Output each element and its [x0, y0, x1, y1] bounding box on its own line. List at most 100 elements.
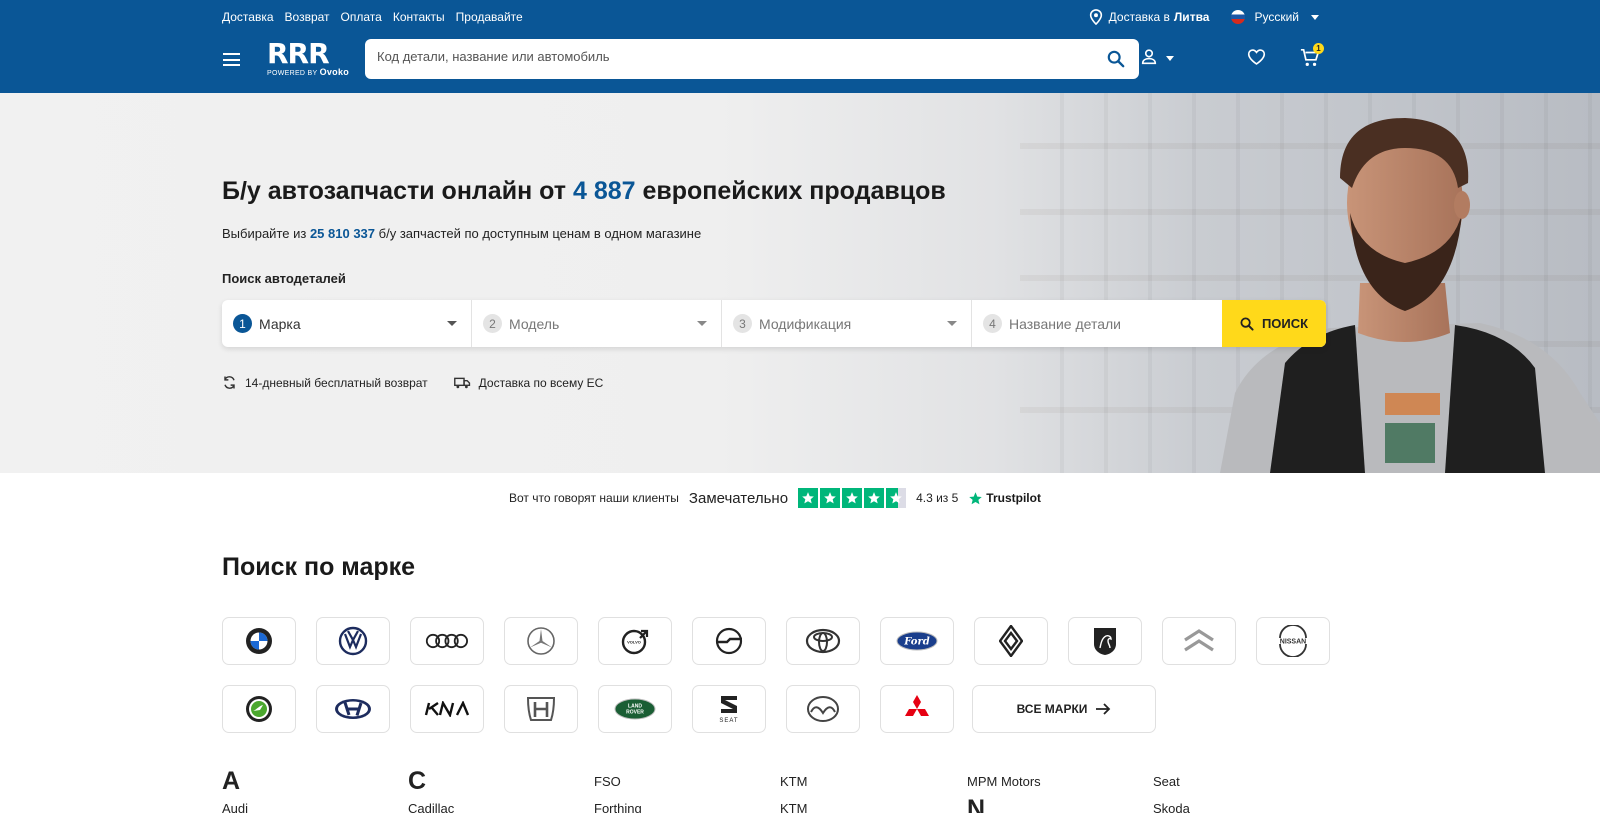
- land-rover-logo-icon: LANDROVER: [614, 698, 656, 720]
- modification-select[interactable]: 3 Модификация: [722, 300, 972, 347]
- delivery-country-selector[interactable]: Доставка в Литва: [1089, 9, 1210, 25]
- brand-land-rover[interactable]: LAND ROVER: [598, 685, 672, 733]
- brand-honda[interactable]: [504, 685, 578, 733]
- brand-ford[interactable]: Ford: [880, 617, 954, 665]
- nav-contacts[interactable]: Контакты: [393, 10, 445, 24]
- step-badge: 2: [483, 314, 502, 333]
- delivery-prefix: Доставка в: [1108, 10, 1170, 24]
- brand-volvo[interactable]: VOLVO: [598, 617, 672, 665]
- brand-opel[interactable]: [692, 617, 766, 665]
- brand-kia[interactable]: [410, 685, 484, 733]
- brand-renault[interactable]: [974, 617, 1048, 665]
- trustpilot-bar[interactable]: Вот что говорят наши клиенты Замечательн…: [509, 488, 1041, 508]
- star-icon: [864, 488, 885, 508]
- brand-citroen[interactable]: [1162, 617, 1236, 665]
- brand-mazda[interactable]: [786, 685, 860, 733]
- chevron-down-icon: [1311, 14, 1319, 20]
- cart-count-badge: 1: [1313, 43, 1324, 54]
- sellers-count: 4 887: [572, 177, 636, 205]
- brand-link[interactable]: KTM: [780, 768, 807, 795]
- refresh-icon: [224, 376, 235, 389]
- audi-logo-icon: [425, 633, 469, 649]
- brand-mercedes-benz[interactable]: [504, 617, 578, 665]
- russian-flag-icon: [1231, 10, 1246, 24]
- language-selector[interactable]: Русский: [1231, 10, 1319, 24]
- brand-link[interactable]: Skoda: [1153, 795, 1190, 813]
- cart-button[interactable]: 1: [1300, 43, 1324, 73]
- delivery-country: Литва: [1173, 10, 1210, 24]
- user-icon: [1141, 49, 1157, 65]
- brand-hyundai[interactable]: [316, 685, 390, 733]
- alpha-column-s: Seat Skoda: [1153, 768, 1190, 813]
- brand-skoda[interactable]: [222, 685, 296, 733]
- search-icon[interactable]: [1107, 50, 1125, 68]
- renault-logo-icon: [999, 625, 1023, 657]
- svg-text:NISSAN: NISSAN: [1280, 639, 1306, 646]
- trustpilot-star-icon: [969, 491, 983, 504]
- mitsubishi-logo-icon: [905, 695, 929, 716]
- account-menu[interactable]: [1140, 48, 1174, 71]
- opel-logo-icon: [715, 627, 743, 655]
- brand-link[interactable]: Audi: [222, 795, 248, 813]
- trustpilot-stars: [798, 488, 907, 508]
- brand-nissan[interactable]: NISSAN: [1256, 617, 1330, 665]
- search-bar: [365, 39, 1139, 79]
- star-icon: [798, 488, 819, 508]
- alpha-column-c: C Cadillac: [408, 768, 454, 813]
- nav-delivery[interactable]: Доставка: [222, 10, 274, 24]
- menu-icon[interactable]: [223, 53, 240, 66]
- nav-sell[interactable]: Продавайте: [456, 10, 523, 24]
- language-label: Русский: [1254, 10, 1299, 24]
- brand-link[interactable]: Seat: [1153, 768, 1190, 795]
- brand-seat[interactable]: SEAT: [692, 685, 766, 733]
- svg-text:VOLVO: VOLVO: [627, 639, 641, 644]
- chevron-down-icon: [697, 321, 707, 326]
- step-badge: 4: [983, 314, 1002, 333]
- chevron-down-icon: [447, 321, 457, 326]
- brand-link[interactable]: FSO: [594, 768, 642, 795]
- star-half-icon: [886, 488, 907, 508]
- parts-finder: 1 Марка 2 Модель 3 Модификация 4 Названи…: [222, 300, 1326, 347]
- model-select[interactable]: 2 Модель: [472, 300, 722, 347]
- wishlist-button[interactable]: [1247, 48, 1266, 71]
- nav-payment[interactable]: Оплата: [341, 10, 382, 24]
- volvo-logo-icon: VOLVO: [621, 629, 649, 655]
- brand-link[interactable]: KTM: [780, 795, 807, 813]
- toyota-logo-icon: [805, 628, 841, 654]
- trustpilot-logo: Trustpilot: [968, 491, 1041, 506]
- step-badge: 3: [733, 314, 752, 333]
- hero-section: Б/у автозапчасти онлайн от 4 887 европей…: [0, 93, 1600, 473]
- citroen-logo-icon: [1184, 629, 1214, 652]
- seat-logo-icon: SEAT: [719, 696, 738, 724]
- trustpilot-score: 4.3 из 5: [916, 491, 959, 505]
- perk-returns: 14-дневный бесплатный возврат: [222, 375, 428, 390]
- finder-search-button[interactable]: ПОИСК: [1222, 300, 1326, 347]
- brand-link[interactable]: MPM Motors: [967, 768, 1041, 795]
- brand-audi[interactable]: [410, 617, 484, 665]
- honda-logo-icon: [526, 697, 556, 721]
- search-input[interactable]: [377, 49, 1077, 64]
- trustpilot-intro: Вот что говорят наши клиенты: [509, 491, 679, 505]
- truck-icon: [453, 377, 470, 388]
- alpha-letter: A: [222, 767, 241, 795]
- make-select[interactable]: 1 Марка: [222, 300, 472, 347]
- top-nav: Доставка Возврат Оплата Контакты Продава…: [222, 10, 523, 24]
- part-name-input[interactable]: 4 Название детали: [972, 300, 1222, 347]
- brand-link[interactable]: Cadillac: [408, 795, 454, 813]
- all-brands-button[interactable]: ВСЕ МАРКИ: [972, 685, 1156, 733]
- logo-powered: POWERED BY Ovoko: [267, 67, 350, 77]
- brand-volkswagen[interactable]: [316, 617, 390, 665]
- top-right: Доставка в Литва Русский: [1089, 9, 1319, 25]
- bmw-logo-icon: [246, 628, 272, 654]
- nav-returns[interactable]: Возврат: [285, 10, 330, 24]
- perk-delivery: Доставка по всему ЕС: [453, 375, 603, 390]
- brand-link[interactable]: Forthing: [594, 795, 642, 813]
- hero-person-image: [1220, 118, 1600, 473]
- brand-peugeot[interactable]: [1068, 617, 1142, 665]
- logo[interactable]: RRR POWERED BY Ovoko: [267, 40, 350, 78]
- brand-bmw[interactable]: [222, 617, 296, 665]
- brand-mitsubishi[interactable]: [880, 685, 954, 733]
- alpha-column-k: KTM KTM: [780, 768, 807, 813]
- brands-heading: Поиск по марке: [222, 553, 416, 581]
- brand-toyota[interactable]: [786, 617, 860, 665]
